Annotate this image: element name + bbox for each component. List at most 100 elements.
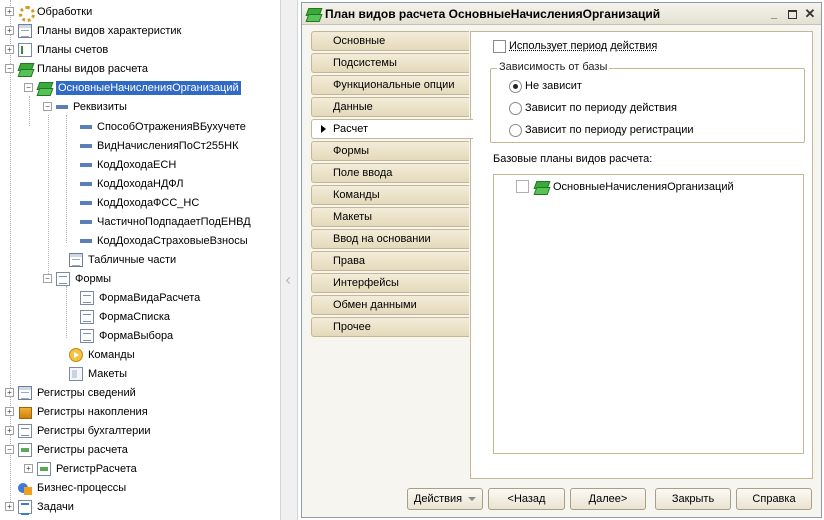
tab-label: Интерфейсы: [333, 277, 399, 289]
tab-rights[interactable]: Права: [311, 251, 469, 271]
commands-icon: [69, 347, 83, 362]
tree-item-calculation-registers[interactable]: − Регистры расчета: [5, 440, 128, 459]
tab-data-exchange[interactable]: Обмен данными: [311, 295, 469, 315]
expand-icon[interactable]: +: [5, 26, 14, 35]
base-plan-checkbox[interactable]: [516, 180, 529, 193]
attribute-icon: [80, 163, 92, 167]
tab-calculation[interactable]: Расчет: [311, 119, 473, 139]
tree-item-accumulation-registers[interactable]: + Регистры накопления: [5, 402, 148, 421]
tree-item-label: Планы видов расчета: [37, 62, 149, 75]
tree-item-form[interactable]: ФормаСписка: [80, 307, 170, 326]
expand-icon[interactable]: +: [5, 426, 14, 435]
collapse-icon[interactable]: −: [5, 445, 14, 454]
calculation-tab-panel: Использует период действия Зависимость о…: [470, 31, 813, 479]
radio-by-registration-period[interactable]: [509, 124, 522, 137]
tree-item-attribute[interactable]: ЧастичноПодпадаетПодЕНВД: [80, 212, 251, 231]
tree-item-chart-of-accounts[interactable]: + Планы счетов: [5, 40, 108, 59]
expand-icon[interactable]: +: [5, 45, 14, 54]
tree-item-attribute[interactable]: КодДоходаНДФЛ: [80, 174, 183, 193]
expand-icon[interactable]: +: [5, 388, 14, 397]
close-button[interactable]: Закрыть: [655, 488, 731, 510]
accounting-registers-icon: [18, 423, 32, 438]
tree-item-characteristic-plans[interactable]: + Планы видов характеристик: [5, 21, 181, 40]
attribute-icon: [80, 220, 92, 224]
expand-icon[interactable]: +: [5, 502, 14, 511]
tree-item-form[interactable]: ФормаВидаРасчета: [80, 288, 200, 307]
base-plans-list[interactable]: ОсновныеНачисленияОрганизаций: [493, 174, 804, 454]
radio-label: Зависит по периоду регистрации: [525, 124, 694, 136]
tab-label: Права: [333, 255, 365, 267]
expand-icon[interactable]: +: [24, 464, 33, 473]
next-button[interactable]: Далее>: [570, 488, 646, 510]
calculation-types-icon: [18, 62, 32, 76]
tree-item-templates[interactable]: Макеты: [56, 364, 127, 383]
chevron-down-icon: [468, 497, 477, 501]
tab-commands[interactable]: Команды: [311, 185, 469, 205]
collapse-icon[interactable]: −: [5, 64, 14, 73]
tab-input-field[interactable]: Поле ввода: [311, 163, 469, 183]
panel-splitter[interactable]: [280, 0, 298, 520]
tree-item-label: РегистрРасчета: [56, 462, 137, 475]
tree-item-tabular-sections[interactable]: Табличные части: [56, 250, 176, 269]
tree-item-tasks[interactable]: + Задачи: [5, 497, 74, 516]
maximize-icon[interactable]: [785, 7, 799, 21]
expand-icon[interactable]: +: [5, 7, 14, 16]
collapse-icon[interactable]: −: [43, 102, 52, 111]
tab-forms[interactable]: Формы: [311, 141, 469, 161]
tab-label: Расчет: [333, 123, 368, 135]
tree-item-label: Команды: [88, 348, 135, 361]
tab-subsystems[interactable]: Подсистемы: [311, 53, 469, 73]
tab-label: Данные: [333, 101, 373, 113]
tree-item-form[interactable]: ФормаВыбора: [80, 326, 173, 345]
tree-item-processing[interactable]: + Обработки: [5, 2, 93, 22]
tab-data[interactable]: Данные: [311, 97, 469, 117]
back-button[interactable]: <Назад: [488, 488, 565, 510]
tree-item-label: Бизнес-процессы: [37, 481, 127, 494]
window-titlebar[interactable]: План видов расчета ОсновныеНачисленияОрг…: [302, 3, 821, 25]
collapse-icon[interactable]: −: [24, 83, 33, 92]
forms-icon: [56, 271, 70, 286]
tree-item-label: Макеты: [88, 367, 128, 380]
tree-item-calculation-register[interactable]: + РегистрРасчета: [24, 459, 137, 478]
minimize-icon[interactable]: _: [767, 7, 781, 21]
tree-item-calculation-types[interactable]: − Планы видов расчета: [5, 59, 148, 78]
help-button[interactable]: Справка: [736, 488, 812, 510]
tab-label: Команды: [333, 189, 380, 201]
expand-icon[interactable]: +: [5, 407, 14, 416]
tab-interfaces[interactable]: Интерфейсы: [311, 273, 469, 293]
tree-item-label: ВидНачисленияПоСт255НК: [97, 139, 239, 152]
radio-label: Не зависит: [525, 80, 582, 92]
tree-item-attribute[interactable]: КодДоходаЕСН: [80, 155, 176, 174]
tree-item-information-registers[interactable]: + Регистры сведений: [5, 383, 136, 402]
list-item[interactable]: ОсновныеНачисленияОрганизаций: [516, 177, 734, 196]
tree-item-label: Обработки: [37, 5, 93, 18]
tree-item-label: Формы: [75, 272, 112, 285]
tab-main[interactable]: Основные: [311, 31, 469, 51]
tree-item-label: СпособОтраженияВБухучете: [97, 120, 246, 133]
tree-item-commands[interactable]: Команды: [56, 345, 135, 364]
tree-item-attribute[interactable]: СпособОтраженияВБухучете: [80, 117, 246, 136]
tabular-sections-icon: [69, 252, 83, 267]
radio-independent[interactable]: [509, 80, 522, 93]
tree-item-attributes[interactable]: − Реквизиты: [43, 97, 127, 116]
tab-templates[interactable]: Макеты: [311, 207, 469, 227]
tree-item-accounting-registers[interactable]: + Регистры бухгалтерии: [5, 421, 151, 440]
tree-item-attribute[interactable]: ВидНачисленияПоСт255НК: [80, 136, 239, 155]
tree-item-attribute[interactable]: КодДоходаФСС_НС: [80, 193, 199, 212]
tab-other[interactable]: Прочее: [311, 317, 469, 337]
tree-item-main-accruals[interactable]: − ОсновныеНачисленияОрганизаций: [24, 78, 241, 97]
tab-based-on[interactable]: Ввод на основании: [311, 229, 469, 249]
uses-period-checkbox[interactable]: [493, 40, 506, 53]
close-icon[interactable]: ✕: [803, 6, 817, 21]
information-registers-icon: [18, 385, 32, 400]
tree-item-business-processes[interactable]: Бизнес-процессы: [5, 478, 126, 497]
actions-button[interactable]: Действия: [407, 488, 483, 510]
window-title: План видов расчета ОсновныеНачисленияОрг…: [325, 6, 661, 21]
radio-by-action-period[interactable]: [509, 102, 522, 115]
base-dependency-title: Зависимость от базы: [497, 61, 610, 73]
collapse-icon[interactable]: −: [43, 274, 52, 283]
tree-item-forms[interactable]: − Формы: [43, 269, 111, 288]
tree-item-label: ФормаСписка: [99, 310, 170, 323]
tab-functional-options[interactable]: Функциональные опции: [311, 75, 469, 95]
tree-item-attribute[interactable]: КодДоходаСтраховыеВзносы: [80, 231, 248, 250]
